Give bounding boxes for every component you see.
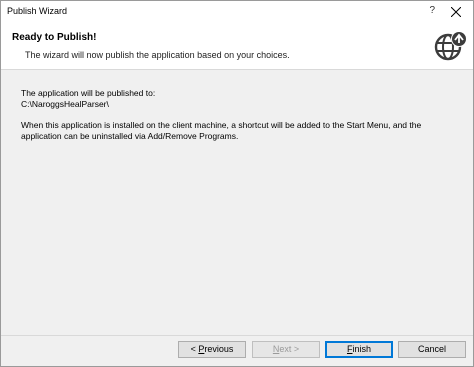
help-button[interactable]: ? <box>429 5 435 16</box>
cancel-button[interactable]: Cancel <box>398 341 466 358</box>
publish-location-label: The application will be published to: <box>21 88 156 98</box>
wizard-header: Ready to Publish! The wizard will now pu… <box>1 23 473 70</box>
previous-label: revious <box>204 344 234 354</box>
title-bar: Publish Wizard ? <box>1 1 473 23</box>
previous-button[interactable]: < Previous <box>178 341 246 358</box>
wizard-content: The application will be published to: C:… <box>10 70 473 336</box>
cancel-label: Cancel <box>417 344 446 354</box>
publish-wizard-window: Publish Wizard ? Ready to Publish! The w… <box>0 0 474 367</box>
publish-location-path: C:\NaroggsHealParser\ <box>21 99 109 109</box>
page-title: Ready to Publish! <box>12 32 97 43</box>
page-subtitle: The wizard will now publish the applicat… <box>25 50 290 60</box>
window-title: Publish Wizard <box>7 6 68 16</box>
finish-button[interactable]: Finish <box>325 341 393 358</box>
finish-label: inish <box>352 344 371 354</box>
close-button[interactable] <box>441 1 471 23</box>
next-button[interactable]: Next > <box>252 341 320 358</box>
footer-separator <box>1 335 473 336</box>
globe-upload-icon <box>434 31 467 61</box>
close-icon <box>451 7 461 17</box>
next-label: ext > <box>279 344 300 354</box>
install-info-text: When this application is installed on th… <box>21 120 422 141</box>
